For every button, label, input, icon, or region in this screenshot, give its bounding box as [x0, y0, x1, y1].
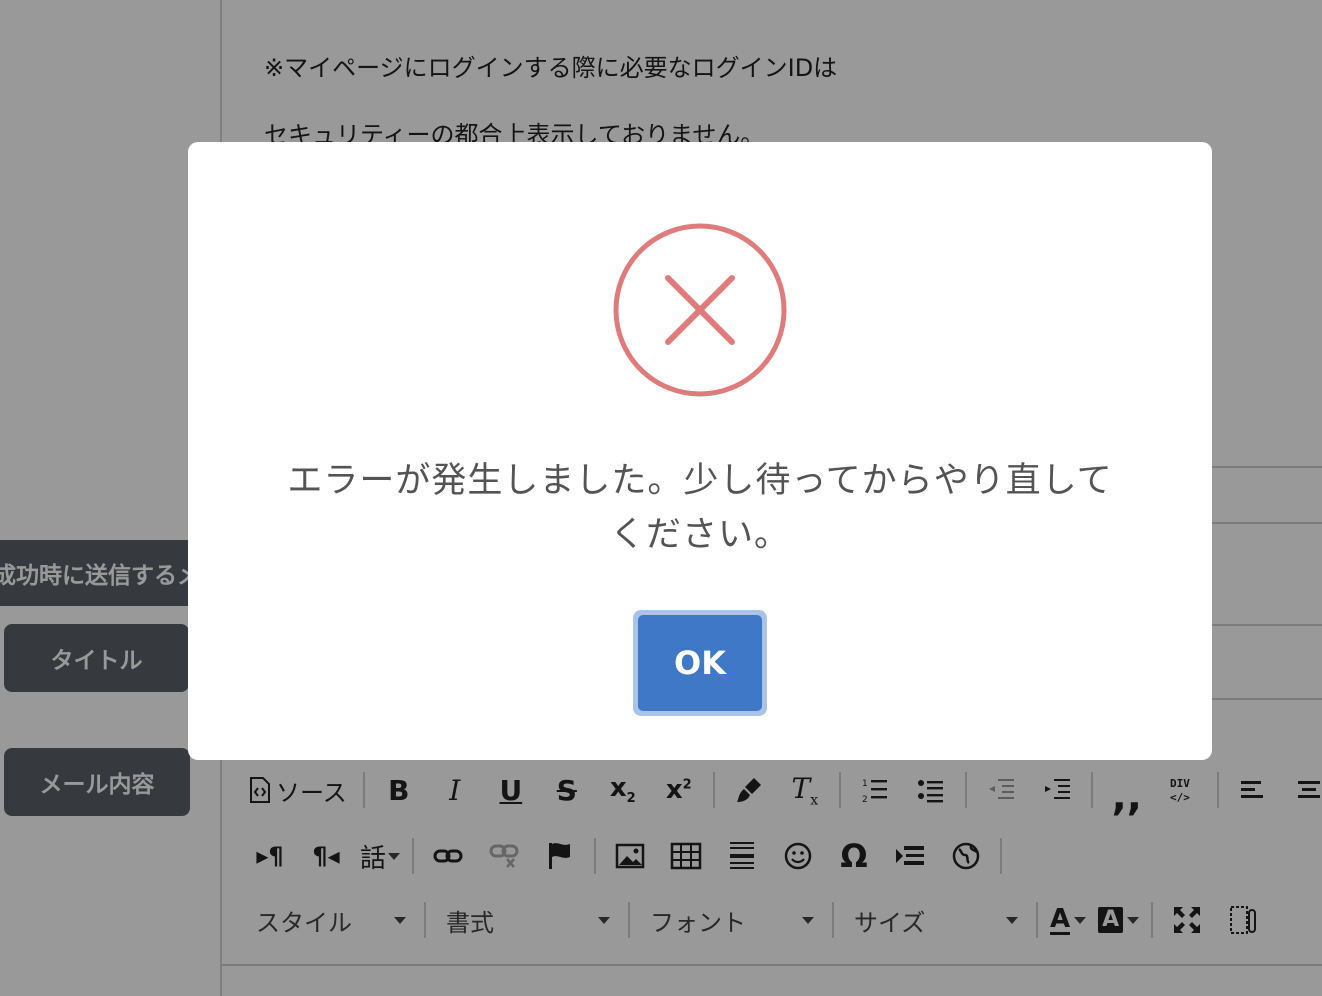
error-dialog: エラーが発生しました。少し待ってからやり直して ください。 OK	[188, 142, 1212, 760]
error-x-icon	[613, 223, 787, 397]
ok-button[interactable]: OK	[638, 615, 762, 711]
ok-button-focus-ring: OK	[633, 610, 767, 716]
error-message: エラーが発生しました。少し待ってからやり直して ください。	[268, 454, 1132, 562]
error-message-line-1: エラーが発生しました。少し待ってからやり直して	[287, 461, 1113, 501]
error-message-line-2: ください。	[609, 515, 790, 555]
